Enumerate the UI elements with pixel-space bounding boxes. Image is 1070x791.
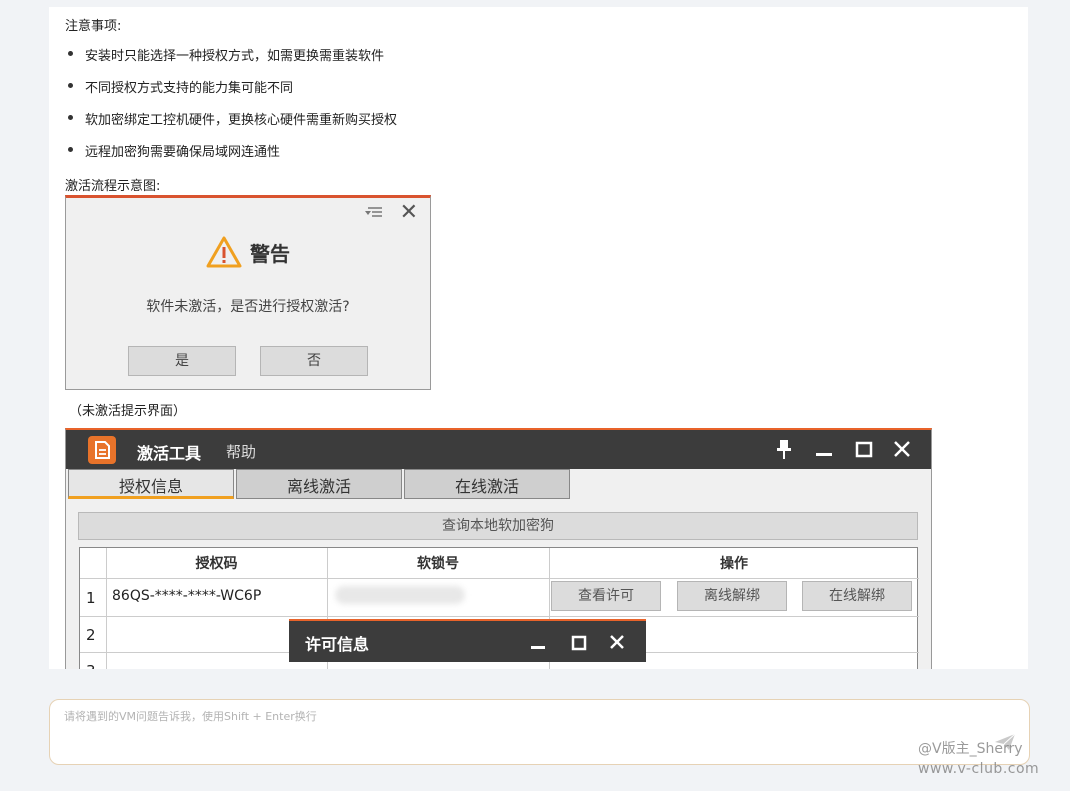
online-unbind-button: 在线解绑	[802, 581, 912, 611]
license-dialog-title: 许可信息	[305, 635, 370, 654]
maximize-icon	[855, 441, 873, 458]
warning-message: 软件未激活，是否进行授权激活?	[146, 299, 350, 315]
yes-button: 是	[128, 346, 236, 376]
column-header: 授权码	[195, 556, 238, 572]
list-item: 安装时只能选择一种授权方式，如需更换需重装软件	[65, 45, 397, 77]
license-code: 86QS-****-****-WC6P	[112, 588, 262, 604]
pin-icon	[777, 440, 791, 459]
app-logo-icon	[88, 436, 116, 464]
app-title: 激活工具	[137, 444, 202, 463]
list-item: 不同授权方式支持的能力集可能不同	[65, 77, 397, 109]
row-number: 1	[86, 589, 96, 607]
row-number: 3	[86, 662, 96, 669]
close-icon	[894, 441, 910, 457]
notes-title: 注意事项:	[65, 19, 122, 34]
row-divider	[80, 578, 919, 579]
blurred-lock-number	[335, 586, 465, 604]
bullet-icon	[68, 147, 73, 152]
view-license-button: 查看许可	[551, 581, 661, 611]
license-info-dialog: 许可信息	[289, 619, 646, 662]
close-icon: ✕	[399, 200, 418, 225]
tab-online-activation: 在线激活	[404, 469, 570, 499]
warning-header: 警告	[66, 236, 430, 268]
title-bar: 激活工具 帮助	[66, 430, 931, 469]
warning-icon	[206, 236, 242, 268]
offline-unbind-button: 离线解绑	[677, 581, 787, 611]
menu-help: 帮助	[226, 443, 257, 461]
tab-license-info: 授权信息	[68, 469, 234, 499]
column-header: 操作	[720, 556, 748, 572]
message-content: 注意事项: 安装时只能选择一种授权方式，如需更换需重装软件 不同授权方式支持的能…	[49, 7, 1028, 669]
warning-dialog: ✕ 警告 软件未激活，是否进行授权激活? 是 否	[65, 195, 431, 390]
row-number: 2	[86, 626, 96, 644]
minimize-icon	[531, 646, 545, 649]
list-item: 软加密绑定工控机硬件，更换核心硬件需重新购买授权	[65, 109, 397, 141]
minimize-icon	[816, 453, 832, 456]
caption: （未激活提示界面）	[69, 404, 187, 419]
tab-offline-activation: 离线激活	[236, 469, 402, 499]
bullet-icon	[68, 83, 73, 88]
warning-title: 警告	[250, 241, 290, 266]
bullet-icon	[68, 51, 73, 56]
maximize-icon	[571, 635, 587, 651]
close-icon	[610, 635, 624, 649]
watermark-author: @V版主_Sherry	[918, 741, 1023, 757]
row-divider	[80, 616, 919, 617]
query-dongle-button: 查询本地软加密狗	[78, 512, 918, 540]
no-button: 否	[260, 346, 368, 376]
flow-title: 激活流程示意图:	[65, 179, 161, 194]
column-header: 软锁号	[417, 556, 459, 572]
chat-input-placeholder: 请将遇到的VM问题告诉我，使用Shift + Enter换行	[64, 710, 317, 723]
notes-list: 安装时只能选择一种授权方式，如需更换需重装软件 不同授权方式支持的能力集可能不同…	[65, 45, 397, 173]
chat-input[interactable]: 请将遇到的VM问题告诉我，使用Shift + Enter换行	[49, 699, 1030, 765]
list-item: 远程加密狗需要确保局域网连通性	[65, 141, 397, 173]
menu-icon	[365, 207, 382, 217]
bullet-icon	[68, 115, 73, 120]
watermark-site: www.v-club.com	[918, 761, 1040, 777]
